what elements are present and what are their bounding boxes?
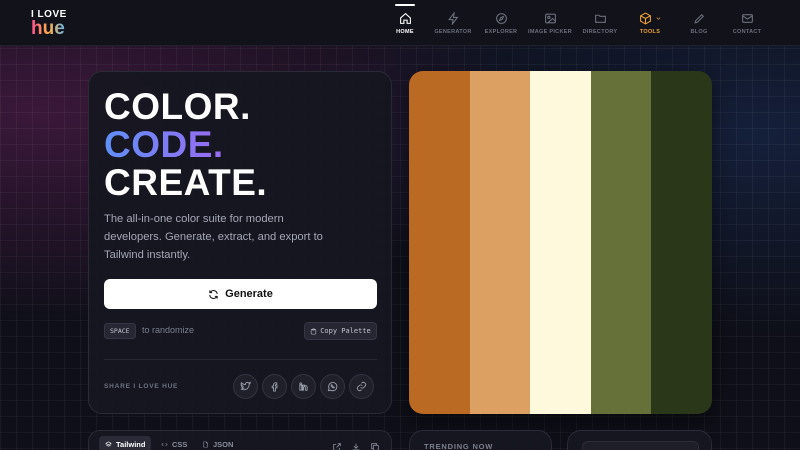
- code-export-card: Tailwind CSS JSON: [88, 430, 392, 450]
- share-facebook-button[interactable]: [262, 374, 287, 399]
- copy-icon: [371, 443, 379, 450]
- tab-css[interactable]: CSS: [155, 436, 193, 450]
- nav-label-image-picker: IMAGE PICKER: [528, 28, 572, 35]
- hero-subtitle: The all-in-one color suite for modern de…: [104, 213, 323, 261]
- tab-css-label: CSS: [172, 439, 188, 449]
- home-icon: [399, 12, 411, 24]
- nav-item-generator[interactable]: GENERATOR: [433, 0, 473, 46]
- compass-icon: [495, 12, 507, 24]
- clipboard-icon: [311, 328, 317, 334]
- palette-swatch-3[interactable]: [530, 71, 591, 414]
- nav-item-image-picker[interactable]: IMAGE PICKER: [527, 0, 573, 46]
- copy-code-button[interactable]: [370, 439, 380, 450]
- linkedin-icon: [299, 382, 308, 391]
- palette-swatch-4[interactable]: [590, 71, 652, 414]
- nav-label-directory: DIRECTORY: [582, 28, 618, 35]
- whatsapp-icon: [327, 382, 338, 392]
- brand-line2: hue: [31, 19, 67, 38]
- code-icon: [161, 442, 168, 446]
- mail-icon: [741, 13, 753, 23]
- tab-json[interactable]: JSON: [196, 436, 239, 450]
- headline-line1: COLOR.: [104, 86, 251, 127]
- headline-line2: CODE.: [104, 126, 267, 164]
- twitter-icon: [240, 381, 251, 391]
- generate-button[interactable]: Generate: [104, 279, 377, 309]
- image-icon: [544, 13, 556, 23]
- share-link-button[interactable]: [349, 374, 374, 399]
- bolt-icon: [447, 11, 458, 25]
- nav-item-tools[interactable]: TOOLS: [636, 0, 664, 46]
- nav-label-explorer: EXPLORER: [484, 28, 518, 35]
- refresh-icon: [209, 289, 218, 299]
- hero-card: COLOR. CODE. CREATE. The all-in-one colo…: [88, 71, 392, 414]
- side-card-inner: [582, 441, 699, 450]
- hero-headline: COLOR. CODE. CREATE.: [104, 88, 267, 202]
- tools-icon-row: [639, 11, 662, 29]
- tab-tailwind[interactable]: Tailwind: [99, 436, 152, 450]
- space-key-badge: SPACE: [104, 323, 136, 339]
- open-external-button[interactable]: [332, 439, 342, 450]
- nav-label-blog: BLOG: [690, 28, 708, 35]
- side-card: [567, 430, 712, 450]
- external-link-icon: [333, 443, 341, 450]
- randomize-hint: to randomize: [142, 325, 195, 335]
- palette-swatch-5[interactable]: [651, 71, 712, 414]
- download-button[interactable]: [351, 439, 361, 450]
- palette-swatch-2[interactable]: [469, 71, 531, 414]
- tab-json-label: JSON: [213, 439, 234, 449]
- headline-line3: CREATE.: [104, 162, 268, 203]
- hero-divider: [104, 359, 377, 360]
- chevron-down-icon: [656, 16, 660, 20]
- nav-item-directory[interactable]: DIRECTORY: [581, 0, 619, 46]
- file-icon: [203, 441, 208, 447]
- layers-icon: [105, 441, 112, 447]
- palette-swatch-1[interactable]: [409, 71, 470, 414]
- trending-title: TRENDING NOW: [424, 442, 494, 450]
- copy-palette-label: Copy Palette: [320, 327, 371, 335]
- link-icon: [356, 381, 367, 392]
- pen-icon: [693, 13, 704, 24]
- share-label: SHARE I LOVE HUE: [104, 383, 179, 390]
- nav-label-contact: CONTACT: [732, 28, 762, 35]
- facebook-icon: [271, 382, 278, 392]
- copy-palette-button[interactable]: Copy Palette: [304, 322, 377, 340]
- top-navbar: I LOVE hue HOME GENERATOR EXPLORER IMAGE…: [0, 0, 800, 46]
- nav-label-generator: GENERATOR: [434, 28, 472, 35]
- nav-label-home: HOME: [396, 28, 414, 35]
- download-icon: [352, 443, 360, 450]
- nav-item-contact[interactable]: CONTACT: [733, 0, 761, 46]
- folder-icon: [594, 14, 606, 23]
- tab-tailwind-label: Tailwind: [116, 439, 146, 449]
- share-whatsapp-button[interactable]: [320, 374, 345, 399]
- share-twitter-button[interactable]: [233, 374, 258, 399]
- color-palette: [409, 71, 712, 414]
- nav-item-home[interactable]: HOME: [392, 0, 418, 46]
- trending-card: TRENDING NOW: [409, 430, 552, 450]
- generate-label: Generate: [225, 288, 273, 300]
- nav-label-tools: TOOLS: [639, 28, 661, 35]
- nav-item-explorer[interactable]: EXPLORER: [484, 0, 518, 46]
- cube-icon: [639, 11, 651, 25]
- share-linkedin-button[interactable]: [291, 374, 316, 399]
- brand-logo[interactable]: I LOVE hue: [31, 10, 67, 39]
- nav-item-blog[interactable]: BLOG: [689, 0, 709, 46]
